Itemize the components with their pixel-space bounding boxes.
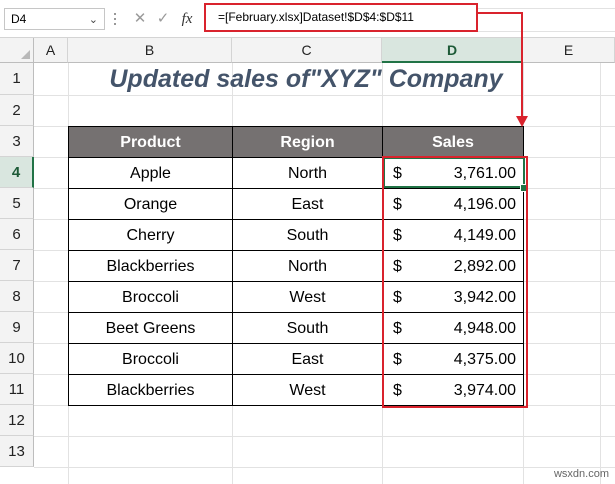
row-header-11[interactable]: 11 [0, 374, 34, 405]
arrow-connector [478, 12, 523, 14]
cell-product[interactable]: Broccoli [68, 281, 233, 313]
table-header-sales[interactable]: Sales [382, 126, 524, 158]
cell-region[interactable]: West [232, 281, 383, 313]
row-header-5[interactable]: 5 [0, 188, 34, 219]
cell-product[interactable]: Orange [68, 188, 233, 220]
name-box[interactable]: D4 ⌄ [4, 8, 105, 30]
cell-product[interactable]: Beet Greens [68, 312, 233, 344]
column-header-a[interactable]: A [34, 38, 68, 63]
row-header-8[interactable]: 8 [0, 281, 34, 312]
cell-region[interactable]: East [232, 188, 383, 220]
cell-product[interactable]: Cherry [68, 219, 233, 251]
sales-range-highlight [382, 156, 528, 408]
column-header-d[interactable]: D [382, 38, 523, 63]
insert-function-icon[interactable]: fx [178, 9, 196, 29]
gridline [34, 95, 615, 96]
more-options-icon[interactable] [113, 13, 116, 25]
table-header-region[interactable]: Region [232, 126, 383, 158]
chevron-down-icon[interactable]: ⌄ [89, 10, 98, 30]
cell-region[interactable]: South [232, 312, 383, 344]
arrow-connector-vertical [521, 12, 523, 120]
cell-product[interactable]: Blackberries [68, 374, 233, 406]
row-header-13[interactable]: 13 [0, 436, 34, 467]
sheet-title: Updated sales of"XYZ" Company [109, 65, 503, 93]
cell-region[interactable]: East [232, 343, 383, 375]
cell-region[interactable]: North [232, 157, 383, 189]
table-header-product[interactable]: Product [68, 126, 233, 158]
name-box-value: D4 [11, 12, 27, 26]
row-header-12[interactable]: 12 [0, 405, 34, 436]
cell-product[interactable]: Broccoli [68, 343, 233, 375]
cell-region[interactable]: North [232, 250, 383, 282]
cell-region[interactable]: South [232, 219, 383, 251]
row-header-9[interactable]: 9 [0, 312, 34, 343]
row-header-1[interactable]: 1 [0, 63, 34, 95]
cell-region[interactable]: West [232, 374, 383, 406]
gridline [34, 436, 615, 437]
row-header-10[interactable]: 10 [0, 343, 34, 374]
column-header-c[interactable]: C [232, 38, 382, 63]
watermark: wsxdn.com [553, 468, 609, 480]
row-header-7[interactable]: 7 [0, 250, 34, 281]
arrow-head-icon [516, 116, 528, 127]
column-header-e[interactable]: E [523, 38, 615, 63]
row-header-4[interactable]: 4 [0, 157, 34, 188]
formula-input[interactable]: =[February.xlsx]Dataset!$D$4:$D$11 [204, 3, 478, 32]
enter-icon[interactable]: ✓ [155, 9, 171, 29]
row-header-2[interactable]: 2 [0, 95, 34, 126]
cancel-icon[interactable]: ✕ [132, 9, 148, 29]
gridline [34, 467, 615, 468]
select-all-corner[interactable] [0, 38, 34, 63]
row-header-6[interactable]: 6 [0, 219, 34, 250]
cell-product[interactable]: Apple [68, 157, 233, 189]
cell-product[interactable]: Blackberries [68, 250, 233, 282]
row-header-3[interactable]: 3 [0, 126, 34, 157]
column-header-b[interactable]: B [68, 38, 232, 63]
